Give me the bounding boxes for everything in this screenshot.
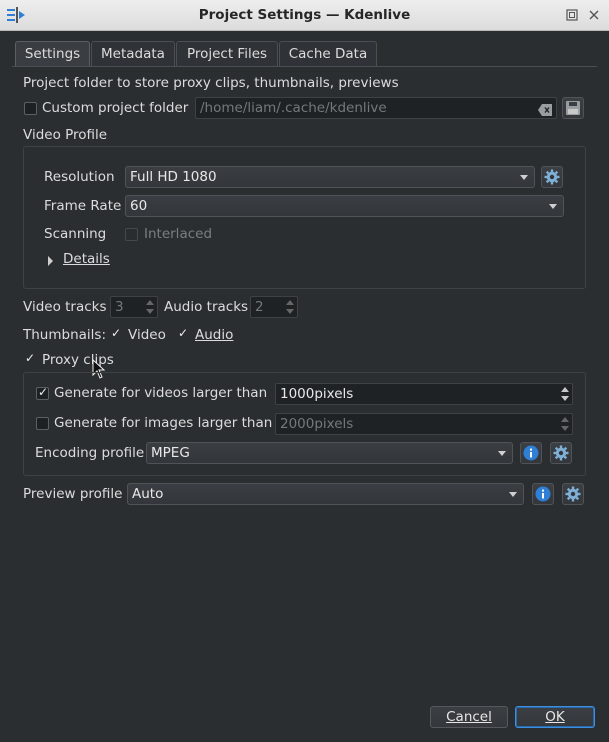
custom-folder-path: /home/liam/.cache/kdenlive [200, 100, 387, 116]
preview-profile-label: Preview profile [23, 486, 123, 502]
details-toggle[interactable]: Details [63, 251, 110, 267]
encoding-profile-value: MPEG [151, 445, 190, 461]
encoding-info-button[interactable] [520, 442, 542, 464]
window-title: Project Settings — Kdenlive [198, 7, 411, 23]
interlaced-label: Interlaced [144, 226, 213, 242]
encoding-settings-button[interactable] [550, 442, 572, 464]
chevron-down-icon [498, 451, 506, 456]
proxy-videos-label[interactable]: Generate for videos larger than [54, 385, 267, 401]
proxy-images-label[interactable]: Generate for images larger than [54, 415, 272, 431]
proxy-images-spinbox[interactable]: 2000pixels [275, 413, 573, 435]
thumbnails-audio-label[interactable]: Audio [195, 327, 233, 343]
frame-rate-combo[interactable]: 60 [125, 195, 564, 217]
spin-arrows-icon [559, 385, 571, 403]
resolution-combo[interactable]: Full HD 1080 [125, 166, 535, 188]
close-icon[interactable] [586, 7, 602, 23]
resolution-settings-button[interactable] [541, 166, 563, 188]
browse-folder-button[interactable] [562, 97, 584, 119]
spin-arrows-icon [144, 298, 156, 316]
expand-arrow-icon[interactable] [47, 254, 55, 266]
tab-settings[interactable]: Settings [15, 41, 90, 67]
video-profile-heading: Video Profile [23, 127, 108, 143]
encoding-profile-combo[interactable]: MPEG [146, 442, 513, 464]
resolution-label: Resolution [44, 169, 115, 185]
video-tracks-label: Video tracks [23, 299, 107, 315]
video-tracks-spinbox[interactable]: 3 [110, 296, 158, 318]
custom-folder-label[interactable]: Custom project folder [42, 100, 188, 116]
preview-info-button[interactable] [532, 483, 554, 505]
frame-rate-value: 60 [130, 198, 148, 214]
proxy-images-value: 2000pixels [280, 416, 354, 432]
proxy-videos-value: 1000pixels [280, 386, 354, 402]
scanning-label: Scanning [44, 226, 107, 242]
preview-profile-value: Auto [132, 486, 164, 502]
proxy-clips-checkbox[interactable] [24, 351, 37, 367]
project-folder-heading: Project folder to store proxy clips, thu… [23, 75, 399, 91]
resolution-value: Full HD 1080 [130, 169, 217, 185]
cancel-button[interactable]: Cancel [430, 706, 508, 728]
preview-settings-button[interactable] [562, 483, 584, 505]
thumbnails-audio-checkbox[interactable] [177, 326, 190, 342]
audio-tracks-spinbox[interactable]: 2 [250, 296, 298, 318]
proxy-videos-checkbox[interactable] [36, 385, 49, 400]
thumbnails-video-checkbox[interactable] [110, 326, 123, 342]
audio-tracks-value: 2 [255, 299, 264, 315]
tab-cache-data[interactable]: Cache Data [279, 41, 377, 67]
thumbnails-video-label[interactable]: Video [128, 327, 166, 343]
tab-metadata[interactable]: Metadata [91, 41, 175, 67]
chevron-down-icon [549, 204, 557, 209]
chevron-down-icon [509, 492, 517, 497]
audio-tracks-label: Audio tracks [164, 299, 249, 315]
chevron-down-icon [520, 175, 528, 180]
interlaced-checkbox[interactable] [125, 228, 138, 241]
restore-icon[interactable] [564, 7, 580, 23]
clear-text-icon[interactable] [538, 102, 552, 116]
proxy-videos-spinbox[interactable]: 1000pixels [275, 383, 573, 405]
custom-folder-path-input[interactable]: /home/liam/.cache/kdenlive [195, 97, 557, 119]
custom-folder-checkbox[interactable] [24, 102, 37, 115]
preview-profile-combo[interactable]: Auto [127, 483, 524, 505]
ok-button[interactable]: OK [515, 706, 595, 728]
title-bar: Project Settings — Kdenlive [0, 0, 609, 31]
proxy-images-checkbox[interactable] [36, 417, 49, 430]
thumbnails-label: Thumbnails: [23, 327, 106, 343]
tab-project-files[interactable]: Project Files [176, 41, 278, 67]
spin-arrows-icon [559, 415, 571, 433]
encoding-profile-label: Encoding profile [35, 445, 145, 461]
frame-rate-label: Frame Rate [44, 198, 122, 214]
video-tracks-value: 3 [115, 299, 124, 315]
spin-arrows-icon [284, 298, 296, 316]
